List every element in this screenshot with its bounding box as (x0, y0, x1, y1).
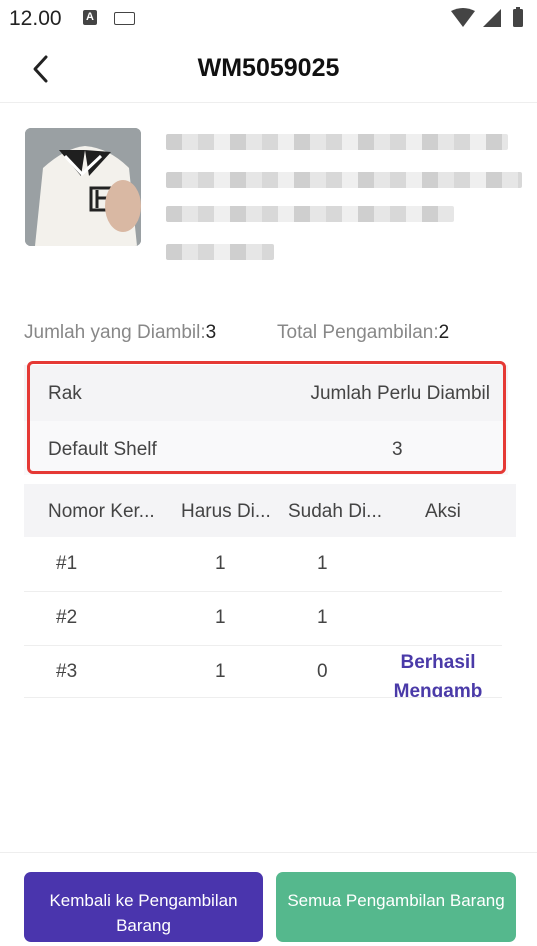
rack-name: Default Shelf (48, 439, 157, 460)
accessibility-icon: A (83, 10, 97, 25)
box-number: #2 (56, 607, 78, 628)
product-spec-blur (166, 206, 454, 222)
table-row: Default Shelf 3 (24, 421, 508, 475)
all-picking-button[interactable]: Semua Pengambilan Barang (276, 872, 516, 942)
status-time: 12.00 (9, 7, 62, 30)
must-pick-qty: 1 (215, 553, 226, 574)
footer-actions: Kembali ke Pengambilan Barang Semua Peng… (0, 852, 537, 946)
total-value: 2 (438, 322, 450, 343)
back-to-picking-button[interactable]: Kembali ke Pengambilan Barang (24, 872, 263, 942)
col-box-number: Nomor Ker... (48, 501, 155, 522)
box-number: #3 (56, 661, 78, 682)
pick-summary: Jumlah yang Diambil:3 Total Pengambilan:… (24, 322, 524, 346)
keyboard-icon (114, 12, 135, 25)
table-row: #3 1 0 Berhasil Mengamb (24, 645, 502, 698)
col-qty-needed: Jumlah Perlu Diambil (310, 383, 490, 404)
picked-value: 3 (205, 322, 217, 343)
pick-success-action[interactable]: Berhasil Mengamb (378, 648, 498, 697)
total-label: Total Pengambilan: (277, 322, 439, 343)
product-image (25, 128, 141, 246)
product-name-blur (166, 172, 522, 188)
picked-qty: 1 (317, 607, 328, 628)
must-pick-qty: 1 (215, 607, 226, 628)
battery-icon (513, 9, 523, 27)
qty-needed: 3 (392, 439, 403, 460)
picked-qty: 0 (317, 661, 328, 682)
col-must-pick: Harus Di... (181, 501, 271, 522)
status-icons (451, 7, 523, 27)
app-header: WM5059025 (0, 36, 537, 103)
wifi-icon (451, 8, 475, 27)
must-pick-qty: 1 (215, 661, 226, 682)
page-title: WM5059025 (197, 54, 340, 82)
table-row: #2 1 1 (24, 591, 502, 646)
product-name-blur (166, 134, 508, 150)
picked-qty: 1 (317, 553, 328, 574)
signal-icon (483, 9, 501, 27)
shelf-table-header: Rak Jumlah Perlu Diambil (24, 365, 508, 421)
col-rack: Rak (48, 383, 82, 404)
product-sku-blur (166, 244, 274, 260)
status-bar: 12.00 A (0, 0, 537, 36)
table-row: #1 1 1 (24, 537, 502, 592)
shelf-table: Rak Jumlah Perlu Diambil Default Shelf 3 (24, 365, 508, 475)
col-action: Aksi (425, 501, 461, 522)
picked-label: Jumlah yang Diambil: (24, 322, 206, 343)
col-picked: Sudah Di... (288, 501, 382, 522)
box-number: #1 (56, 553, 78, 574)
product-info (24, 126, 524, 286)
box-table-header: Nomor Ker... Harus Di... Sudah Di... Aks… (24, 484, 516, 537)
